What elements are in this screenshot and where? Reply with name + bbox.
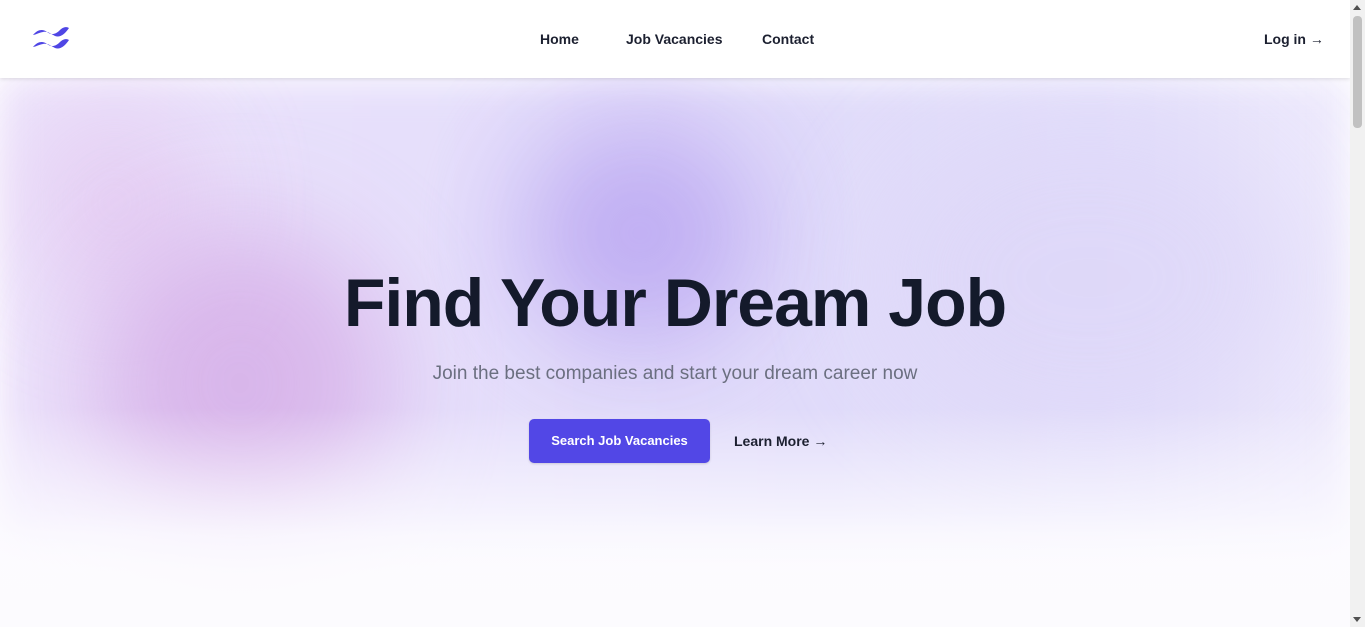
hero-subtitle: Join the best companies and start your d… — [432, 363, 918, 384]
main-nav: Home Job Vacancies Contact Log in → — [0, 30, 1350, 50]
nav-home[interactable]: Home — [540, 30, 579, 48]
hero-title: Find Your Dream Job — [343, 265, 1007, 341]
scroll-down-button[interactable] — [1350, 612, 1365, 627]
hero-section: Find Your Dream Job Join the best compan… — [0, 78, 1350, 627]
triangle-up-icon — [1353, 5, 1361, 10]
scrollbar-thumb[interactable] — [1353, 16, 1362, 128]
vertical-scrollbar[interactable] — [1350, 0, 1365, 627]
nav-job-vacancies[interactable]: Job Vacancies — [626, 30, 723, 48]
triangle-down-icon — [1353, 617, 1361, 622]
learn-more-link[interactable]: Learn More → — [734, 432, 827, 450]
scroll-up-button[interactable] — [1350, 0, 1365, 15]
search-job-vacancies-button[interactable]: Search Job Vacancies — [529, 419, 710, 463]
site-header: Home Job Vacancies Contact Log in → — [0, 0, 1350, 78]
page: Home Job Vacancies Contact Log in → Find… — [0, 0, 1350, 627]
login-link[interactable]: Log in → — [1264, 30, 1324, 48]
nav-contact[interactable]: Contact — [762, 30, 814, 48]
